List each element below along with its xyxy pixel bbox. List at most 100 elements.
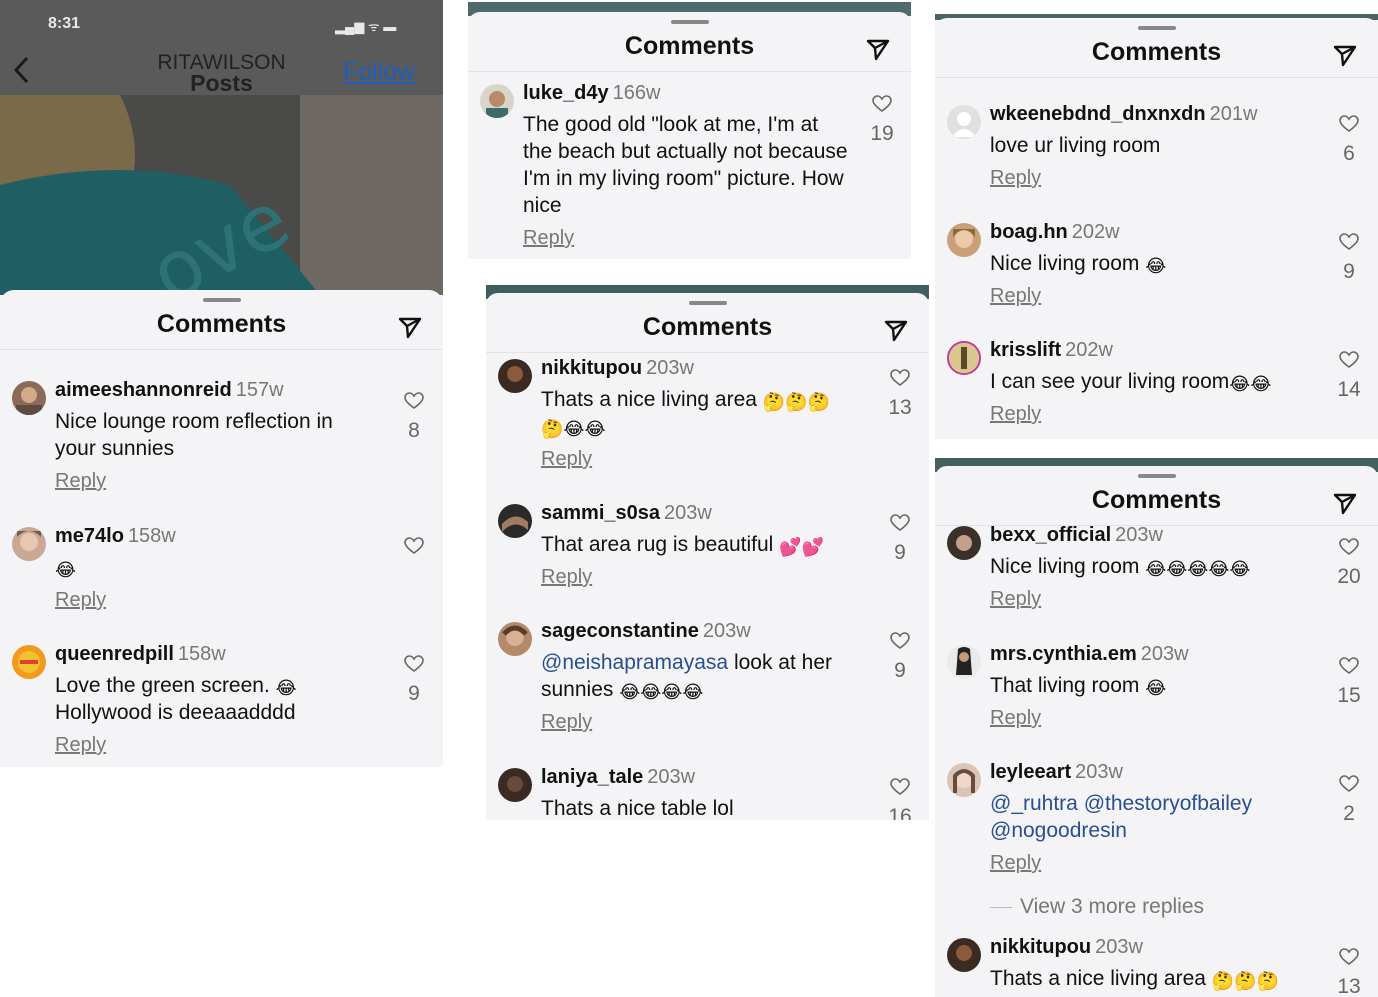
emoji-line2: 🤔😂😂: [541, 419, 606, 440]
username[interactable]: wkeenebdnd_dnxnxdn: [990, 103, 1206, 125]
comment-item: bexx_official 203w Nice living room 😂😂😂😂😂…: [935, 524, 1378, 619]
panel-comments-living-area: Comments nikkitupou 203w Thats a nice liv…: [486, 285, 929, 820]
heart-icon[interactable]: [404, 537, 424, 555]
username[interactable]: laniya_tale: [541, 766, 643, 788]
comment-item: laniya_tale 203w Thats a nice table lol 1…: [486, 766, 929, 820]
emoji: 😂: [1145, 256, 1167, 277]
username[interactable]: mrs.cynthia.em: [990, 643, 1137, 665]
reply-link[interactable]: Reply: [990, 167, 1041, 190]
heart-icon[interactable]: [890, 632, 910, 650]
username[interactable]: luke_d4y: [523, 82, 609, 104]
avatar[interactable]: [12, 645, 46, 679]
like-count: 9: [894, 659, 906, 682]
avatar[interactable]: [498, 504, 532, 538]
username[interactable]: aimeeshannonreid: [55, 379, 232, 401]
drag-handle[interactable]: [1137, 26, 1176, 30]
comment-text-line2: sunnies: [541, 678, 614, 701]
share-send-icon[interactable]: [1332, 42, 1358, 68]
share-send-icon[interactable]: [883, 317, 909, 343]
comments-sheet-header: Comments: [486, 293, 929, 353]
drag-handle[interactable]: [1137, 474, 1176, 478]
comment-item: queenredpill 158w Love the green screen. …: [0, 643, 443, 761]
avatar[interactable]: [480, 84, 514, 118]
panel-comments-more: Comments bexx_official 203w Nice living r…: [935, 458, 1378, 997]
username[interactable]: queenredpill: [55, 643, 174, 665]
reply-link[interactable]: Reply: [990, 852, 1041, 875]
avatar[interactable]: [498, 622, 532, 656]
drag-handle[interactable]: [688, 301, 727, 305]
follow-button[interactable]: Follow: [343, 58, 415, 87]
username[interactable]: nikkitupou: [541, 357, 642, 379]
share-send-icon[interactable]: [397, 314, 423, 340]
mention-link-2[interactable]: @nogoodresin: [990, 819, 1127, 842]
avatar[interactable]: [498, 768, 532, 802]
heart-icon[interactable]: [1339, 657, 1359, 675]
heart-icon[interactable]: [404, 392, 424, 410]
comment-age: 203w: [663, 502, 712, 524]
heart-icon[interactable]: [404, 655, 424, 673]
comment-text: love ur living room: [990, 134, 1161, 157]
heart-icon[interactable]: [890, 369, 910, 387]
username[interactable]: boag.hn: [990, 221, 1068, 243]
reply-link[interactable]: Reply: [990, 588, 1041, 611]
avatar[interactable]: [947, 938, 981, 972]
comment-age: 158w: [127, 525, 176, 547]
reply-link[interactable]: Reply: [55, 734, 106, 757]
avatar[interactable]: [947, 526, 981, 560]
heart-icon[interactable]: [1339, 351, 1359, 369]
drag-handle[interactable]: [202, 298, 241, 302]
comment-item: me74lo 158w 😂 Reply: [0, 525, 443, 615]
heart-icon[interactable]: [1339, 775, 1359, 793]
reply-link[interactable]: Reply: [990, 707, 1041, 730]
comments-sheet-header: Comments: [0, 290, 443, 350]
heart-icon[interactable]: [1339, 115, 1359, 133]
reply-link[interactable]: Reply: [541, 448, 592, 471]
avatar[interactable]: [947, 341, 981, 375]
comment-item: nikkitupou 203w Thats a nice living area …: [935, 936, 1378, 997]
comments-sheet-header: Comments: [468, 12, 911, 72]
avatar[interactable]: [12, 527, 46, 561]
comment-age: 158w: [177, 643, 226, 665]
reply-link[interactable]: Reply: [990, 285, 1041, 308]
emoji: 😂😂😂😂: [619, 682, 704, 703]
heart-icon[interactable]: [890, 778, 910, 796]
share-send-icon[interactable]: [865, 36, 891, 62]
username[interactable]: krisslift: [990, 339, 1061, 361]
heart-icon[interactable]: [1339, 538, 1359, 556]
username[interactable]: bexx_official: [990, 524, 1111, 546]
comment-text: The good old "look at me, I'm at the bea…: [523, 113, 848, 217]
reply-link[interactable]: Reply: [990, 403, 1041, 426]
heart-icon[interactable]: [1339, 233, 1359, 251]
avatar[interactable]: [947, 223, 981, 257]
username[interactable]: nikkitupou: [990, 936, 1091, 958]
reply-link[interactable]: Reply: [55, 470, 106, 493]
view-more-replies[interactable]: View 3 more replies: [990, 895, 1204, 919]
heart-icon[interactable]: [890, 514, 910, 532]
comment-item: nikkitupou 203w Thats a nice living area …: [486, 357, 929, 477]
avatar[interactable]: [947, 763, 981, 797]
comment-text: I can see your living room: [990, 370, 1230, 393]
share-send-icon[interactable]: [1332, 490, 1358, 516]
drag-handle[interactable]: [670, 20, 709, 24]
mention-link[interactable]: @_ruhtra @thestoryofbailey: [990, 792, 1252, 815]
reply-link[interactable]: Reply: [55, 589, 106, 612]
heart-icon[interactable]: [1339, 948, 1359, 966]
like-count: 9: [408, 682, 420, 705]
avatar[interactable]: [498, 359, 532, 393]
avatar[interactable]: [947, 105, 981, 139]
reply-link[interactable]: Reply: [523, 227, 574, 250]
mention-link[interactable]: @neishapramayasa: [541, 651, 728, 674]
username[interactable]: sammi_s0sa: [541, 502, 660, 524]
comment-text: That living room: [990, 674, 1140, 697]
username[interactable]: leyleeart: [990, 761, 1071, 783]
sheet-title: Comments: [1091, 486, 1222, 514]
avatar[interactable]: [947, 645, 981, 679]
avatar[interactable]: [12, 381, 46, 415]
heart-icon[interactable]: [872, 95, 892, 113]
emoji: 💕💕: [779, 537, 824, 558]
comment-age: 203w: [1115, 524, 1163, 546]
username[interactable]: sageconstantine: [541, 620, 699, 642]
reply-link[interactable]: Reply: [541, 711, 592, 734]
reply-link[interactable]: Reply: [541, 566, 592, 589]
username[interactable]: me74lo: [55, 525, 124, 547]
